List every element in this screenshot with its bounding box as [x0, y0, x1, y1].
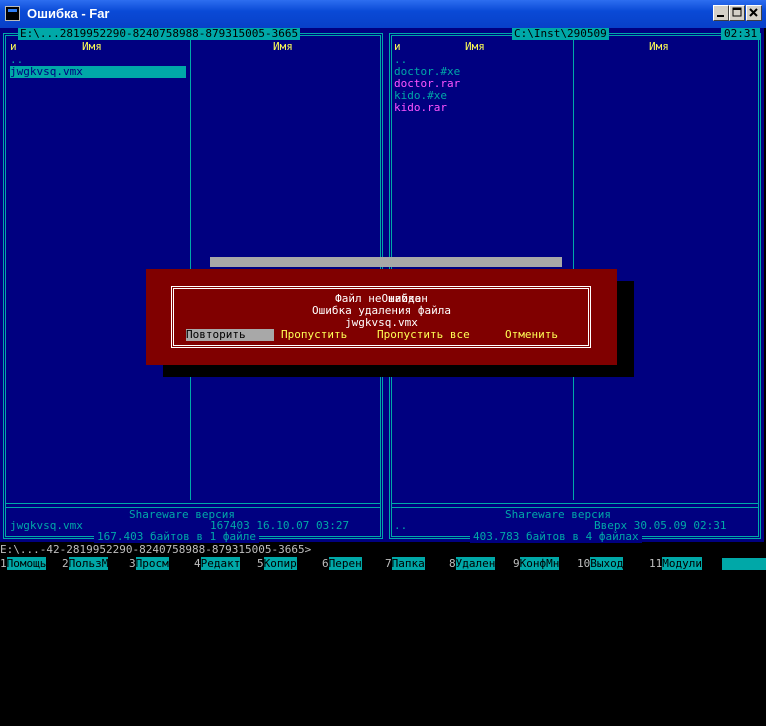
window-title: Ошибка - Far — [27, 6, 110, 21]
right-panel-summary: 403.783 байтов в 4 файлах — [470, 531, 642, 543]
right-col-header-name-1[interactable]: Имя — [465, 41, 485, 53]
close-icon — [749, 8, 758, 17]
f12-key-empty — [722, 558, 766, 570]
right-panel-path[interactable]: C:\Inst\290509 — [512, 28, 609, 40]
skip-all-button[interactable]: Пропустить все — [377, 329, 470, 341]
file-item[interactable]: kido.rar — [394, 102, 447, 114]
f5-key[interactable]: 5Копир — [257, 557, 297, 570]
left-status-divider — [6, 503, 380, 504]
f2-key[interactable]: 2ПользМ — [62, 557, 109, 570]
file-item-selected[interactable]: jwgkvsq.vmx — [10, 66, 186, 78]
function-key-bar: 1Помощь 2ПользМ 3Просм 4Редакт 5Копир 6П… — [0, 557, 766, 570]
right-status-divider — [392, 503, 758, 504]
left-col-sort-indicator: и — [10, 40, 17, 53]
close-button[interactable] — [746, 5, 762, 21]
f7-key[interactable]: 7Папка — [385, 557, 425, 570]
dialog-shadow-top — [210, 257, 562, 267]
left-panel-path[interactable]: E:\...2819952290-8240758988-879315005-36… — [18, 28, 301, 40]
right-col-header-name-2[interactable]: Имя — [649, 41, 669, 53]
right-column-divider — [573, 34, 574, 500]
cancel-button[interactable]: Отменить — [505, 329, 558, 341]
left-panel-summary: 167.403 байтов в 1 файле — [94, 531, 259, 543]
maximize-button[interactable] — [729, 5, 745, 21]
f11-key[interactable]: 11Модули — [649, 557, 702, 570]
far-app-icon — [5, 6, 20, 21]
f6-key[interactable]: 6Перен — [322, 557, 362, 570]
f10-key[interactable]: 10Выход — [577, 557, 624, 570]
command-line[interactable]: E:\...-42-2819952290-8240758988-87931500… — [0, 544, 766, 556]
f1-key[interactable]: 1Помощь — [0, 557, 47, 570]
minimize-icon — [717, 15, 724, 17]
left-column-divider — [190, 34, 191, 500]
maximize-icon — [732, 7, 742, 17]
f8-key[interactable]: 8Удален — [449, 557, 496, 570]
minimize-button[interactable] — [713, 5, 729, 21]
left-status-name: jwgkvsq.vmx — [10, 519, 83, 532]
skip-button[interactable]: Пропустить — [281, 329, 347, 341]
left-col-header-name-2[interactable]: Имя — [273, 41, 293, 53]
left-col-header-name-1[interactable]: Имя — [82, 41, 102, 53]
far-console: E:\...2819952290-8240758988-879315005-36… — [0, 28, 766, 574]
f4-key[interactable]: 4Редакт — [194, 557, 241, 570]
error-dialog: Ошибка Файл не найден Ошибка удаления фа… — [146, 269, 617, 365]
f3-key[interactable]: 3Просм — [129, 557, 169, 570]
right-col-sort-indicator: и — [394, 40, 401, 53]
f9-key[interactable]: 9КонфМн — [513, 557, 560, 570]
right-status-name: .. — [394, 519, 408, 532]
clock: 02:31 — [721, 28, 761, 40]
retry-button[interactable]: Повторить — [186, 329, 274, 341]
window-title-bar[interactable]: Ошибка - Far — [0, 0, 766, 28]
